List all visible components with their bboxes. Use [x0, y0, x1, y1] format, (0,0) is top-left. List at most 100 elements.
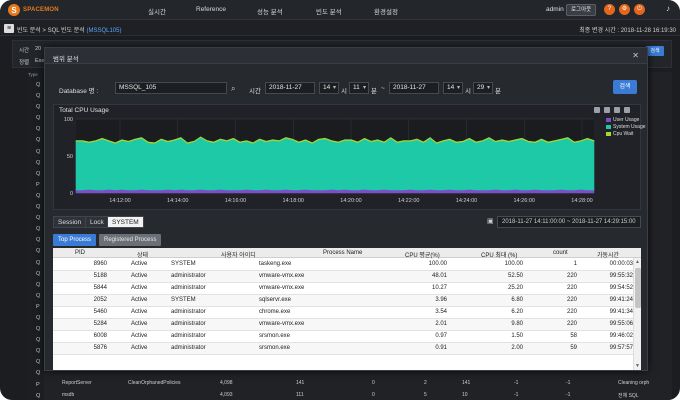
table-cell: Active [131, 333, 148, 339]
logout-button[interactable]: 로그아웃 [566, 4, 597, 16]
start-hour-unit: 시 [341, 88, 347, 95]
tab-system[interactable]: SYSTEM [107, 216, 144, 228]
column-header[interactable]: PID [75, 250, 85, 256]
help-icon[interactable]: ? [604, 4, 615, 15]
table-cell: 8960 [93, 261, 107, 267]
table-cell: 99:54:52 [609, 285, 633, 291]
close-icon[interactable]: ✕ [632, 51, 639, 60]
table-cell: 99:57:57 [609, 345, 633, 351]
table-cell: taskeng.exe [259, 261, 292, 267]
table-cell: 52.50 [507, 273, 523, 279]
nav-item-realtime[interactable]: 실시간 [148, 6, 166, 16]
column-header[interactable]: count [553, 250, 568, 256]
start-hour-select[interactable]: 14 [319, 82, 339, 94]
bg-cell: 5 [424, 392, 427, 398]
x-tick-label: 14:18:00 [283, 198, 304, 204]
tab-session[interactable]: Session [53, 216, 87, 228]
start-minute-select[interactable]: 11 [349, 82, 369, 94]
end-date-field[interactable]: 2018-11-27 [389, 82, 439, 94]
scroll-down-icon[interactable]: ▼ [635, 363, 640, 369]
y-tick-label: 100 [64, 117, 73, 123]
table-cell: vmware-vmx.exe [259, 273, 305, 279]
logo[interactable]: S SPACEMON [8, 4, 59, 16]
start-date-field[interactable]: 2018-11-27 [265, 82, 315, 94]
legend-item[interactable]: Cpu Wait [606, 131, 633, 137]
bg-time-value[interactable]: 20 [35, 46, 41, 52]
breadcrumb-current[interactable]: (MSSQL105) [86, 28, 121, 34]
bg-type-cell: P [36, 381, 40, 388]
search-button[interactable]: 검색 [613, 80, 637, 94]
bg-cell: 전체 SQL [618, 393, 639, 399]
x-tick-label: 14:12:00 [109, 198, 130, 204]
table-row[interactable]: 5460 Active administrator chrome.exe 3.54 6.2… [53, 307, 633, 319]
search-icon[interactable]: ⌕ [231, 84, 235, 94]
last-refresh-time: 최종 변경 시간 : 2018-11-28 16:19:30 [579, 28, 676, 34]
table-cell: 58 [570, 333, 577, 339]
database-field[interactable]: MSSQL_105 [115, 82, 227, 94]
table-cell: 220 [566, 309, 577, 315]
table-cell: 25.20 [507, 285, 523, 291]
bg-cell: CleanOrphanedPolicies [128, 380, 181, 386]
nav-item-reference[interactable]: Reference [196, 6, 226, 13]
bg-type-cell: Q [36, 370, 41, 377]
table-cell: Active [131, 345, 148, 351]
column-header[interactable]: CPU 평균(%) [405, 250, 440, 259]
table-row[interactable]: 5284 Active administrator vmware-vmx.exe 2.0… [53, 319, 633, 331]
end-hour-select[interactable]: 14 [443, 82, 463, 94]
table-row[interactable]: 8960 Active SYSTEM taskeng.exe 100.00 100.00 1… [53, 259, 633, 271]
calendar-icon[interactable]: ▣ [487, 217, 494, 225]
table-row[interactable]: 5876 Active administrator srsmon.exe 0.91 2.0… [53, 343, 633, 355]
bg-cell: Cleaning orph [618, 380, 650, 386]
nav-item-settings[interactable]: 환경설정 [374, 6, 398, 16]
bg-sort-label: 정렬 [19, 60, 30, 66]
table-row[interactable]: 5188 Active administrator vmware-vmx.exe 48.… [53, 271, 633, 283]
scroll-up-icon[interactable]: ▲ [635, 259, 640, 265]
legend-item[interactable]: System Usage [606, 124, 646, 130]
tab-lock[interactable]: Lock [85, 216, 109, 228]
menu-toggle-icon[interactable]: ≡ [4, 24, 14, 33]
table-cell: 2.01 [435, 321, 447, 327]
x-tick-label: 14:22:00 [398, 198, 419, 204]
modal-header: 범위 분석 ✕ [45, 48, 647, 64]
column-header[interactable]: 가동시간 [597, 250, 619, 259]
settings-icon[interactable]: ⚙ [619, 4, 630, 15]
tab-registered-process[interactable]: Registered Process [99, 234, 162, 246]
scrollbar-thumb[interactable] [635, 268, 641, 308]
table-cell: 2.00 [511, 345, 523, 351]
end-minute-select[interactable]: 29 [473, 82, 493, 94]
table-row[interactable]: ReportServer CleanOrphanedPolicies 4,098… [46, 378, 672, 388]
nav-item-performance[interactable]: 성능 분석 [257, 6, 283, 16]
table-cell: srsmon.exe [259, 345, 291, 351]
legend-label: System Usage [613, 124, 646, 130]
table-row[interactable]: msdb 4,093 111 0 5 10 -1 -1 전체 SQL [46, 390, 672, 400]
table-row[interactable]: 2052 Active SYSTEM sqlservr.exe 3.96 6.80 220 9… [53, 295, 633, 307]
bg-cell: 111 [296, 392, 304, 398]
tab-top-process[interactable]: Top Process [53, 234, 97, 246]
bg-search-button[interactable]: 검색 [646, 46, 664, 56]
table-row[interactable]: 6008 Active administrator srsmon.exe 0.97 1.5… [53, 331, 633, 343]
power-icon[interactable]: ⏻ [634, 4, 645, 15]
table-cell: 5188 [93, 273, 107, 279]
x-tick-label: 14:16:00 [225, 198, 246, 204]
column-header[interactable]: 사용자 아이디 [221, 250, 256, 259]
column-header[interactable]: CPU 최대 (%) [481, 250, 517, 259]
bg-cell: 10 [462, 392, 468, 398]
legend-item[interactable]: User Usage [606, 117, 639, 123]
table-cell: 100.00 [504, 261, 523, 267]
time-label: 시간 [249, 88, 261, 95]
table-cell: administrator [171, 333, 206, 339]
bell-icon[interactable]: ♪ [666, 4, 670, 13]
column-header[interactable]: Process Name [323, 250, 362, 256]
end-hour-unit: 시 [465, 88, 471, 95]
table-cell: 3.54 [435, 309, 447, 315]
nav-item-frequency[interactable]: 빈도 분석 [316, 6, 342, 16]
column-header[interactable]: 상태 [137, 250, 148, 259]
bg-cell: 141 [296, 380, 305, 386]
table-row[interactable]: 5844 Active administrator vmware-vmx.exe 10.… [53, 283, 633, 295]
y-tick-label: 0 [70, 191, 73, 197]
database-label: Database 명 : [59, 88, 99, 95]
vertical-scrollbar[interactable]: ▲ ▼ [633, 258, 641, 370]
table-cell: 2052 [93, 297, 107, 303]
range-analysis-modal: 범위 분석 ✕ Database 명 : MSSQL_105 ⌕ 시간 2018… [44, 47, 648, 371]
table-cell: SYSTEM [171, 261, 196, 267]
